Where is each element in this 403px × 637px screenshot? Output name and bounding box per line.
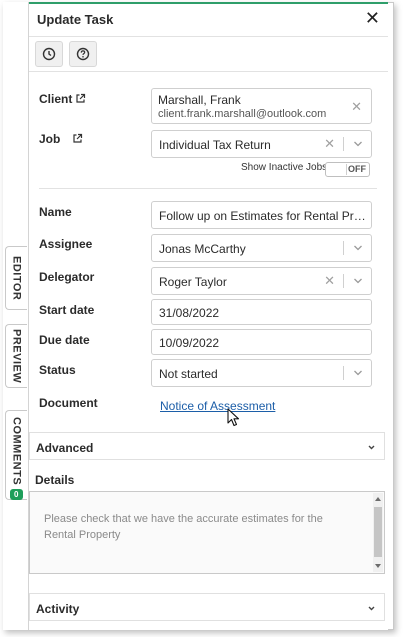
job-value: Individual Tax Return (159, 138, 271, 152)
client-label: Client (39, 92, 73, 106)
start-date-value: 31/08/2022 (159, 306, 220, 320)
close-icon[interactable]: ✕ (365, 8, 380, 28)
due-date-input[interactable]: 10/09/2022 (151, 329, 372, 355)
delegator-select[interactable]: Roger Taylor ✕ (151, 267, 372, 295)
panel-header: Update Task ✕ (29, 4, 388, 34)
scroll-up-arrow-icon[interactable] (375, 497, 381, 501)
chevron-down-icon[interactable] (353, 139, 363, 149)
status-value: Not started (159, 367, 218, 381)
start-date-label: Start date (39, 303, 95, 317)
name-label: Name (39, 205, 72, 219)
comments-count-badge: 0 (10, 489, 23, 501)
tab-preview[interactable]: PREVIEW (5, 324, 27, 388)
details-title: Details (35, 473, 75, 487)
clear-delegator-icon[interactable]: ✕ (324, 274, 335, 288)
document-link[interactable]: Notice of Assessment (160, 399, 275, 413)
name-input[interactable]: Follow up on Estimates for Rental Prop..… (151, 201, 372, 229)
show-inactive-label: Show Inactive Jobs (241, 162, 328, 173)
section-divider (39, 188, 377, 189)
chevron-down-icon[interactable] (353, 276, 363, 286)
job-label: Job (39, 132, 61, 146)
assignee-select[interactable]: Jonas McCarthy (151, 234, 372, 262)
external-link-icon[interactable] (75, 93, 86, 104)
scroll-down-arrow-icon[interactable] (375, 564, 381, 568)
document-label: Document (39, 396, 98, 410)
start-date-input[interactable]: 31/08/2022 (151, 299, 372, 325)
toggle-state: OFF (348, 164, 366, 174)
client-email: client.frank.marshall@outlook.com (158, 108, 327, 120)
assignee-value: Jonas McCarthy (159, 242, 246, 256)
advanced-title: Advanced (36, 441, 94, 455)
tab-comments[interactable]: COMMENTS 0 (5, 410, 27, 501)
activity-section-header[interactable]: Activity (29, 593, 385, 621)
chevron-down-icon[interactable] (353, 368, 363, 378)
select-separator (343, 366, 344, 380)
tab-editor-label: EDITOR (10, 255, 23, 301)
client-field[interactable]: Marshall, Frank client.frank.marshall@ou… (151, 88, 372, 124)
panel-title: Update Task (37, 12, 114, 27)
assignee-label: Assignee (39, 237, 93, 251)
status-label: Status (39, 363, 76, 377)
update-task-panel: Update Task ✕ Client Marshall, Frank cli… (28, 2, 388, 630)
help-icon (76, 47, 90, 61)
toggle-knob (327, 164, 347, 175)
history-button[interactable] (35, 41, 63, 67)
help-button[interactable] (69, 41, 97, 67)
due-date-value: 10/09/2022 (159, 336, 220, 350)
details-textarea[interactable]: Please check that we have the accurate e… (29, 491, 385, 574)
tab-preview-label: PREVIEW (10, 328, 23, 384)
tab-comments-label: COMMENTS (10, 417, 23, 486)
clear-job-icon[interactable]: ✕ (324, 137, 335, 151)
tab-editor[interactable]: EDITOR (5, 246, 27, 310)
delegator-value: Roger Taylor (159, 275, 227, 289)
delegator-label: Delegator (39, 270, 95, 284)
select-separator (343, 241, 344, 255)
due-date-label: Due date (39, 333, 90, 347)
scrollbar-thumb[interactable] (374, 507, 382, 557)
side-tabs: EDITOR PREVIEW COMMENTS 0 (3, 2, 29, 630)
name-value: Follow up on Estimates for Rental Prop..… (159, 209, 369, 223)
external-link-icon[interactable] (72, 133, 83, 144)
client-name: Marshall, Frank (158, 93, 241, 107)
status-select[interactable]: Not started (151, 359, 372, 387)
advanced-section-header[interactable]: Advanced (29, 432, 385, 460)
chevron-down-icon (368, 606, 375, 611)
details-scrollbar[interactable] (373, 493, 383, 572)
select-separator (343, 137, 344, 151)
chevron-down-icon[interactable] (353, 243, 363, 253)
activity-title: Activity (36, 602, 80, 616)
job-select[interactable]: Individual Tax Return ✕ (151, 130, 372, 158)
chevron-down-icon (368, 445, 375, 450)
panel-toolbar (29, 36, 388, 72)
clear-client-icon[interactable]: ✕ (351, 100, 362, 114)
clock-icon (42, 47, 56, 61)
mouse-pointer-icon (227, 408, 240, 427)
show-inactive-toggle[interactable]: OFF (325, 162, 370, 177)
select-separator (343, 274, 344, 288)
details-text: Please check that we have the accurate e… (44, 513, 323, 541)
